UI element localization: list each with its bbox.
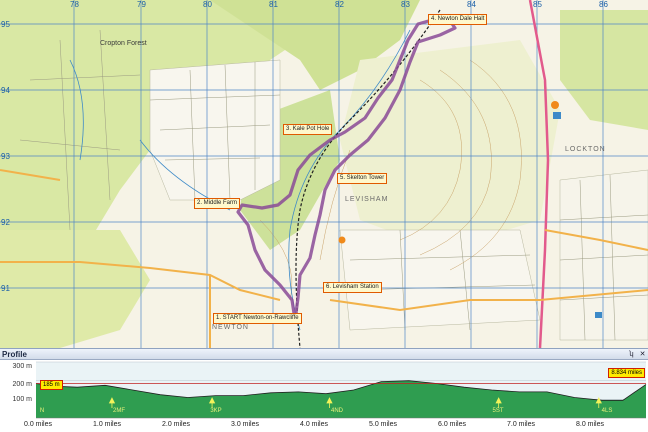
waypoint-label-start[interactable]: 1. START Newton-on-Rawcliffe (213, 313, 302, 324)
x-tick-label: 3.0 miles (230, 421, 260, 428)
viewpoint-icon[interactable] (551, 101, 559, 109)
grid-label-top: 83 (401, 0, 410, 9)
field-block-east (559, 169, 648, 341)
map-canvas[interactable] (0, 0, 648, 348)
forest-area-southwest (0, 230, 150, 348)
picnic-icon[interactable] (595, 312, 602, 318)
place-newton: NEWTON (212, 324, 249, 331)
waypoint-code-start: N (39, 408, 45, 414)
grid-label-left: 94 (1, 86, 10, 95)
grid-label-top: 79 (137, 0, 146, 9)
profile-panel-header: Profile ʮ ✕ (0, 348, 648, 360)
y-tick-label: 300 m (12, 363, 32, 370)
pin-icon[interactable]: ʮ (627, 350, 636, 358)
x-tick-label: 5.0 miles (368, 421, 398, 428)
grid-label-top: 81 (269, 0, 278, 9)
y-tick-label: 100 m (12, 396, 32, 403)
place-lockton: LOCKTON (565, 146, 606, 153)
navigation-app: 78 79 80 81 82 83 84 85 86 95 94 93 92 9… (0, 0, 648, 432)
x-tick-label: 8.0 miles (575, 421, 605, 428)
waypoint-code: 3KP (210, 408, 222, 414)
x-tick-label: 2.0 miles (161, 421, 191, 428)
waypoint-label-levisham-station[interactable]: 6. Levisham Station (323, 282, 382, 293)
place-levisham: LEVISHAM (345, 196, 389, 203)
grid-label-left: 92 (1, 218, 10, 227)
waypoint-code: 4LS (601, 408, 613, 414)
close-icon[interactable]: ✕ (638, 350, 647, 358)
grid-label-top: 82 (335, 0, 344, 9)
waypoint-label-skelton-tower[interactable]: 5. Skelton Tower (337, 173, 388, 184)
waypoint-label-middle-farm[interactable]: 2. Middle Farm (194, 198, 241, 209)
y-tick-label: 200 m (12, 381, 32, 388)
elevation-profile[interactable]: 300 m 200 m 100 m 0.0 miles 1.0 miles 2.… (0, 360, 648, 432)
waypoint-label-kale-pot-hole[interactable]: 3. Kale Pot Hole (283, 124, 333, 135)
grid-label-top: 85 (533, 0, 542, 9)
waypoint-code: 4ND (330, 408, 344, 414)
os-map-view[interactable]: 78 79 80 81 82 83 84 85 86 95 94 93 92 9… (0, 0, 648, 348)
x-tick-label: 0.0 miles (23, 421, 53, 428)
grid-label-top: 84 (467, 0, 476, 9)
place-cropton-forest: Cropton Forest (100, 40, 147, 47)
forest-area-east (560, 10, 648, 130)
x-tick-label: 6.0 miles (437, 421, 467, 428)
information-icon[interactable] (338, 236, 346, 244)
x-tick-label: 1.0 miles (92, 421, 122, 428)
total-distance-badge: 8.834 miles (608, 368, 645, 378)
profile-title: Profile (2, 350, 27, 359)
grid-label-left: 93 (1, 152, 10, 161)
current-elevation-badge: 185 m (40, 380, 63, 390)
moorland-area (340, 40, 560, 250)
x-tick-label: 7.0 miles (506, 421, 536, 428)
grid-label-left: 95 (1, 20, 10, 29)
x-tick-label: 4.0 miles (299, 421, 329, 428)
grid-label-top: 78 (70, 0, 79, 9)
parking-icon[interactable] (553, 112, 561, 119)
field-block (149, 59, 281, 201)
waypoint-code: 2MF (113, 408, 125, 414)
grid-label-top: 80 (203, 0, 212, 9)
waypoint-code: 5ST (492, 408, 504, 414)
grid-label-left: 91 (1, 284, 10, 293)
grid-label-top: 86 (599, 0, 608, 9)
waypoint-label-newton-dale-halt[interactable]: 4. Newton Dale Halt (428, 14, 488, 25)
